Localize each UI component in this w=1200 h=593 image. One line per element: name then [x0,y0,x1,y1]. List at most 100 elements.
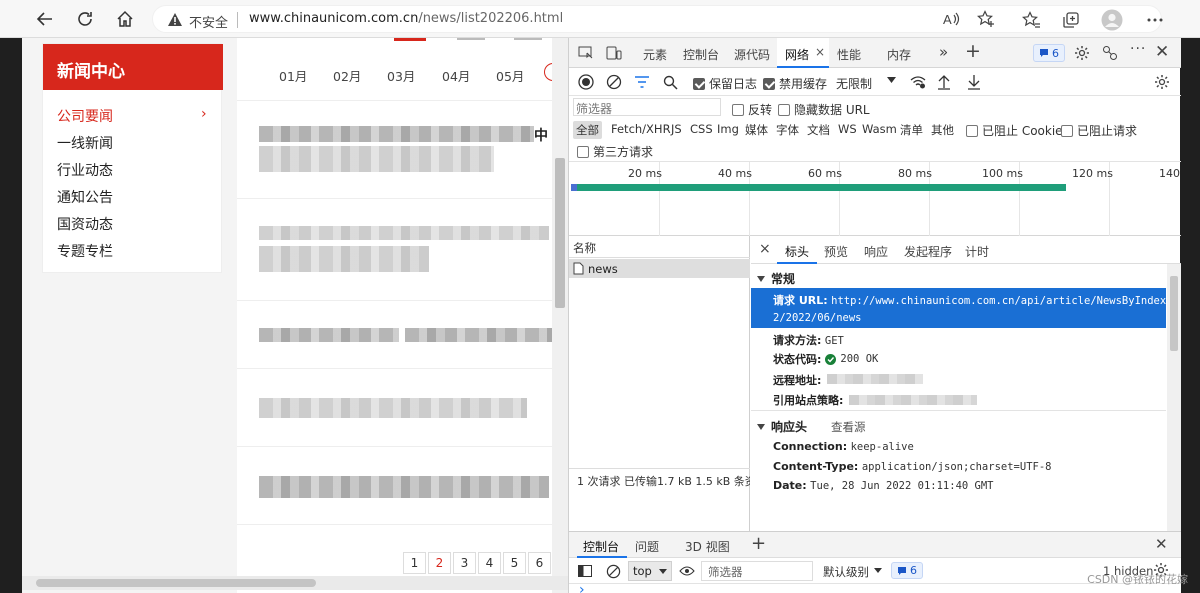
context-select[interactable]: top [628,561,672,581]
request-row-news[interactable]: news [569,259,750,278]
device-emulation-button[interactable] [605,45,623,61]
network-settings-button[interactable] [1153,73,1171,91]
month-tab-03[interactable]: 03月 [387,66,415,85]
third-party-checkbox[interactable]: 第三方请求 [577,143,653,160]
drawer-tab-console[interactable]: 控制台 [583,538,619,555]
news-item-blurred[interactable] [405,328,553,342]
home-button[interactable] [114,8,136,30]
hide-data-url-checkbox[interactable]: 隐藏数据 URL [778,101,870,118]
tab-elements[interactable]: 元素 [643,46,667,63]
tab-preview[interactable]: 预览 [824,243,848,260]
page-vertical-scrollbar[interactable] [552,38,568,593]
console-filter-input[interactable]: 筛选器 [701,561,813,581]
page-hscroll-thumb[interactable] [36,579,316,587]
request-url-row[interactable]: 请求 URL: http://www.chinaunicom.com.cn/ap… [773,292,1173,308]
filter-type-font[interactable]: 字体 [776,122,799,138]
console-issues-badge[interactable]: 6 [891,562,923,579]
network-conditions-button[interactable] [909,73,927,91]
close-tab-icon[interactable]: × [815,45,825,59]
filter-type-media[interactable]: 媒体 [745,122,768,138]
favorites-button[interactable] [1020,9,1042,31]
clear-button[interactable] [605,73,623,91]
view-source-link[interactable]: 查看源 [831,419,866,435]
console-prompt[interactable]: › [579,583,585,593]
drawer-tab-issues[interactable]: 问题 [635,538,659,555]
profile-button[interactable] [1101,9,1123,31]
filter-type-fetch-xhr[interactable]: Fetch/XHR [611,122,671,136]
devtools-more-icon[interactable]: ··· [1130,41,1146,57]
console-sidebar-button[interactable] [577,563,593,579]
filter-type-all[interactable]: 全部 [573,121,602,139]
tab-network[interactable]: 网络 [785,46,809,63]
insecure-label[interactable]: 不安全 [189,12,228,31]
filter-type-wasm[interactable]: Wasm [862,122,897,136]
month-tab-01[interactable]: 01月 [279,66,307,85]
tab-initiator[interactable]: 发起程序 [904,243,952,260]
blocked-requests-checkbox[interactable]: 已阻止请求 [1061,122,1137,139]
devtools-close-icon[interactable]: ✕ [1155,42,1169,62]
request-list-header[interactable]: 名称 [569,236,750,258]
filter-type-other[interactable]: 其他 [931,122,954,138]
tab-timing[interactable]: 计时 [965,243,989,260]
console-clear-button[interactable] [605,563,621,579]
tab-memory[interactable]: 内存 [887,46,911,63]
search-button[interactable] [661,73,679,91]
caret-down-icon[interactable] [887,77,896,83]
add-tab-icon[interactable]: + [965,40,981,62]
request-url-row-2[interactable]: 2/2022/06/news [773,311,862,324]
month-tab-02[interactable]: 02月 [333,66,361,85]
page-button-3[interactable]: 3 [453,552,476,574]
page-button-2[interactable]: 2 [428,552,451,574]
tab-performance[interactable]: 性能 [837,46,861,63]
filter-type-ws[interactable]: WS [838,122,857,136]
log-level-select[interactable]: 默认级别 [823,564,869,580]
close-details-icon[interactable]: × [759,241,771,257]
network-filter-input[interactable]: 筛选器 [573,98,721,116]
page-button-1[interactable]: 1 [403,552,426,574]
tab-console[interactable]: 控制台 [683,46,719,63]
news-item-blurred[interactable] [259,226,549,240]
page-horizontal-scrollbar[interactable] [22,576,568,590]
issues-badge[interactable]: 6 [1033,44,1065,62]
drawer-close-icon[interactable]: ✕ [1155,535,1168,553]
details-scroll-thumb[interactable] [1170,276,1178,351]
disable-cache-checkbox[interactable]: 禁用缓存 [763,75,827,92]
news-item-blurred[interactable] [259,398,527,418]
page-button-6[interactable]: 6 [528,552,551,574]
menu-item-notices[interactable]: 通知公告 [57,187,113,207]
page-scroll-thumb[interactable] [555,158,565,308]
preserve-log-checkbox[interactable]: 保留日志 [693,75,757,92]
drawer-tab-3d-view[interactable]: 3D 视图 [685,538,730,555]
news-item-blurred[interactable] [259,328,399,342]
connect-button[interactable] [1101,44,1119,62]
back-button[interactable] [34,8,56,30]
record-button[interactable] [577,73,595,91]
settings-button[interactable] [1073,44,1091,62]
filter-type-css[interactable]: CSS [690,122,713,136]
response-headers-toggle[interactable]: 响应头 [757,418,807,435]
blocked-cookies-checkbox[interactable]: 已阻止 Cookie [966,122,1063,139]
inspect-element-button[interactable] [577,45,595,61]
menu-item-industry-news[interactable]: 行业动态 [57,160,113,180]
url-text[interactable]: www.chinaunicom.com.cn/news/list202206.h… [249,11,563,26]
read-aloud-button[interactable]: A [941,8,963,30]
menu-item-special-topics[interactable]: 专题专栏 [57,241,113,261]
import-har-button[interactable] [935,73,953,91]
drawer-add-tab-icon[interactable]: + [751,533,766,554]
invert-checkbox[interactable]: 反转 [732,101,772,118]
filter-type-manifest[interactable]: 清单 [900,122,923,138]
more-menu-button[interactable] [1144,9,1166,31]
year-tab-faded[interactable] [457,38,485,40]
add-favorite-button[interactable] [975,8,997,30]
tab-response[interactable]: 响应 [864,243,888,260]
year-tab-faded[interactable] [514,38,542,40]
tab-headers[interactable]: 标头 [785,243,809,260]
general-section-toggle[interactable]: 常规 [757,270,795,287]
month-tab-05[interactable]: 05月 [496,66,524,85]
export-har-button[interactable] [965,73,983,91]
collections-button[interactable] [1060,9,1082,31]
news-item-blurred[interactable] [259,126,534,142]
address-bar[interactable]: 不安全 www.chinaunicom.com.cn/news/list2022… [152,5,1162,33]
caret-down-icon[interactable] [874,568,882,573]
menu-item-company-news[interactable]: 公司要闻 [57,106,113,126]
